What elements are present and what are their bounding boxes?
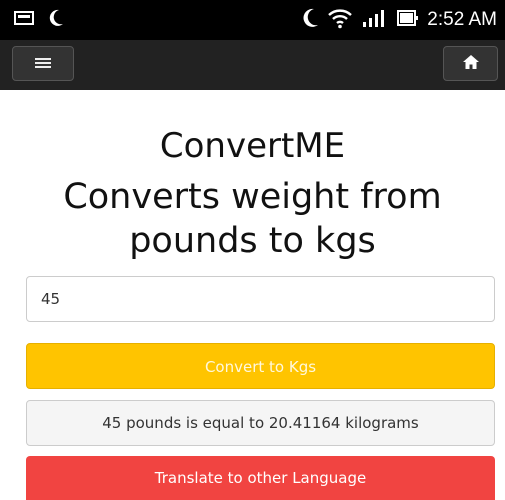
signal-icon — [361, 8, 389, 32]
main-content: ConvertME Converts weight from pounds to… — [0, 90, 505, 500]
pounds-input[interactable] — [26, 276, 495, 322]
page-title: ConvertME — [159, 126, 346, 166]
moon-icon — [303, 8, 319, 32]
menu-button[interactable] — [12, 46, 74, 81]
status-bar: 2:52 AM — [0, 0, 505, 40]
hamburger-icon — [35, 54, 51, 73]
status-time: 2:52 AM — [427, 9, 497, 30]
status-right-icons: 2:52 AM — [303, 7, 497, 33]
subtitle-line-1: Converts weight from — [63, 177, 442, 217]
translate-button[interactable]: Translate to other Language — [26, 456, 495, 500]
home-icon — [462, 54, 479, 73]
photo-icon — [14, 10, 34, 30]
wifi-icon — [327, 7, 353, 33]
nav-bar — [0, 40, 505, 90]
moon-icon — [48, 9, 64, 31]
subtitle-line-2: pounds to kgs — [129, 221, 376, 261]
convert-to-kgs-button[interactable]: Convert to Kgs — [26, 343, 495, 389]
page-subtitle: Converts weight from pounds to kgs — [0, 175, 505, 263]
status-left-icons — [14, 9, 64, 31]
home-button[interactable] — [443, 46, 498, 81]
app-screen: 2:52 AM ConvertME Converts weight from p… — [0, 0, 505, 500]
battery-icon — [397, 8, 419, 32]
result-output: 45 pounds is equal to 20.41164 kilograms — [26, 400, 495, 446]
